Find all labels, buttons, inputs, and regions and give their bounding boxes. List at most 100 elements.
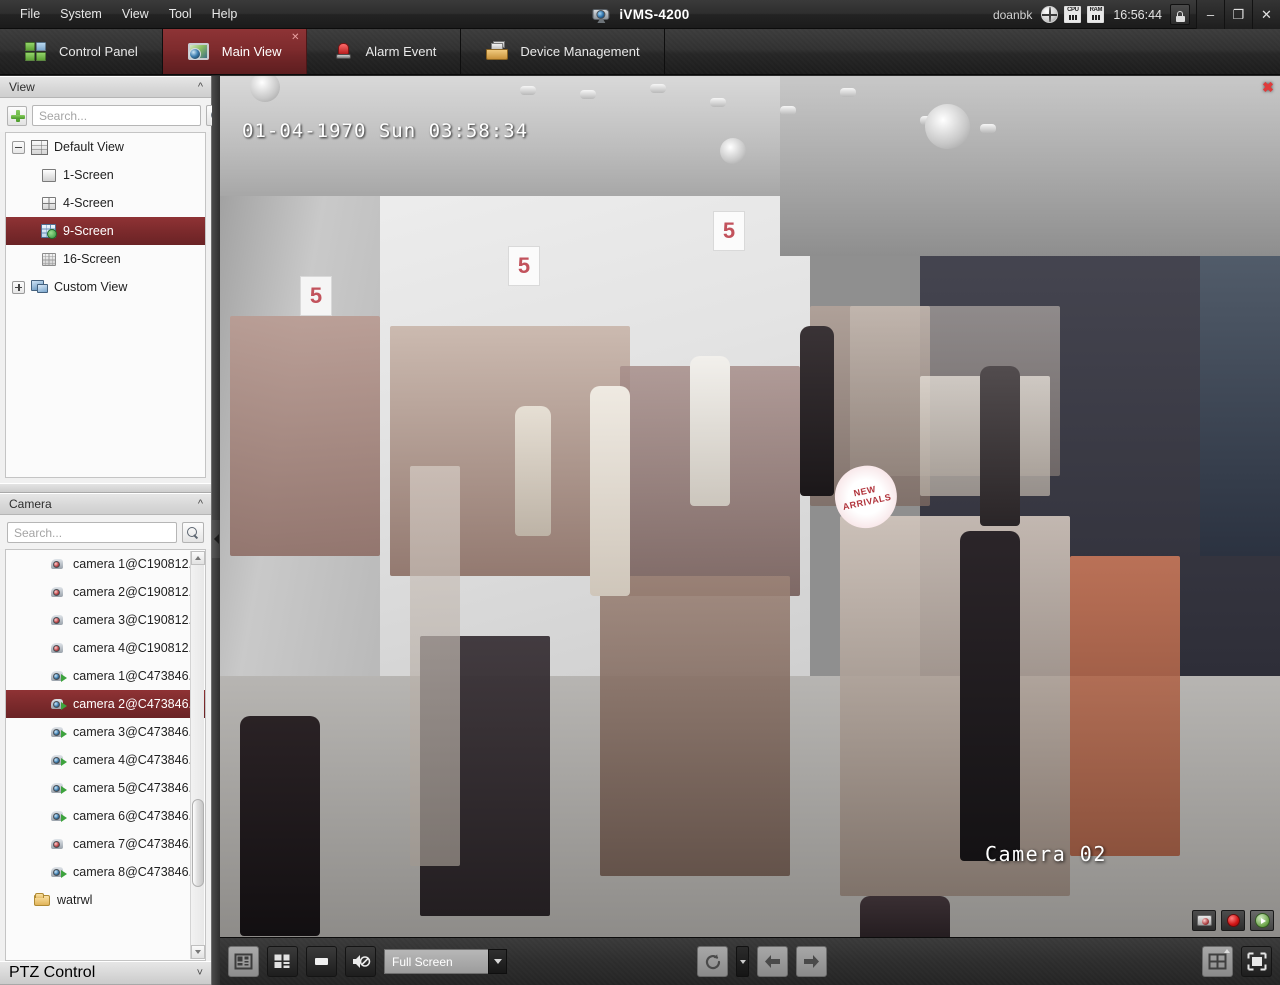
tree-item-16-screen[interactable]: 16-Screen [6, 245, 205, 273]
tree-item-label: 4-Screen [63, 196, 114, 210]
clock-label: 16:56:44 [1113, 8, 1162, 22]
live-view-icon [234, 952, 253, 971]
menu-system[interactable]: System [50, 3, 112, 25]
list-item[interactable]: camera 7@C473846... [6, 830, 205, 858]
ptz-control-header[interactable]: PTZ Control ˅ [0, 961, 211, 985]
stop-button[interactable] [306, 946, 337, 977]
screen-9-icon [40, 224, 57, 239]
lock-icon[interactable] [1170, 4, 1190, 25]
expand-toggle-icon[interactable] [12, 281, 25, 294]
auto-switch-dropdown[interactable] [736, 946, 749, 977]
tree-item-label: 16-Screen [63, 252, 121, 266]
sidebar-collapse-handle[interactable] [212, 520, 220, 558]
menu-file[interactable]: File [10, 3, 50, 25]
tree-item-label: Custom View [54, 280, 127, 294]
camera-label: camera 5@C473846... [73, 781, 199, 795]
tab-control-panel[interactable]: Control Panel [0, 29, 163, 74]
camera-online-icon [50, 865, 67, 880]
list-item[interactable]: camera 1@C190812... [6, 550, 205, 578]
scroll-down-icon[interactable] [191, 945, 205, 959]
previous-page-button[interactable] [757, 946, 788, 977]
panel-divider[interactable] [0, 483, 211, 493]
cpu-icon[interactable]: CPU [1064, 6, 1081, 23]
tree-item-label: 1-Screen [63, 168, 114, 182]
tree-item-9-screen[interactable]: 9-Screen [6, 217, 205, 245]
camera-search-input[interactable] [7, 522, 177, 543]
camera-offline-icon [50, 641, 67, 656]
chevron-up-icon[interactable]: ^ [198, 81, 203, 93]
menu-view[interactable]: View [112, 3, 159, 25]
osd-timestamp: 01-04-1970 Sun 03:58:34 [242, 120, 528, 142]
scrollbar-thumb[interactable] [192, 799, 204, 887]
minimize-button[interactable]: – [1196, 0, 1224, 29]
capture-button[interactable] [1192, 910, 1216, 931]
playback-icon [1255, 913, 1270, 928]
list-item[interactable]: camera 4@C473846... [6, 746, 205, 774]
view-search-input[interactable] [32, 105, 201, 126]
display-mode-combo[interactable]: Full Screen [384, 949, 507, 974]
tree-item-4-screen[interactable]: 4-Screen [6, 189, 205, 217]
display-mode-value[interactable]: Full Screen [384, 949, 488, 974]
menu-tool[interactable]: Tool [159, 3, 202, 25]
camera-list-scrollbar[interactable] [190, 551, 204, 959]
camera-label: camera 3@C190812... [73, 613, 199, 627]
app-brand: iVMS-4200 [590, 4, 689, 24]
camera-search-button[interactable] [182, 522, 204, 543]
close-button[interactable]: ✕ [1252, 0, 1280, 29]
window-division-button[interactable] [1202, 946, 1233, 977]
camera-offline-icon [50, 585, 67, 600]
folder-icon [34, 893, 51, 908]
restore-button[interactable]: ❐ [1224, 0, 1252, 29]
chevron-down-icon[interactable]: ˅ [197, 967, 203, 979]
tree-item-custom-view[interactable]: Custom View [6, 273, 205, 301]
tab-alarm-event[interactable]: Alarm Event [307, 29, 462, 74]
list-item[interactable]: watrwl [6, 886, 205, 914]
view-panel-header[interactable]: View ^ [0, 76, 211, 98]
playback-button[interactable] [1250, 910, 1274, 931]
price-tag: 5 [713, 211, 745, 251]
next-page-button[interactable] [796, 946, 827, 977]
arrow-left-icon [763, 953, 782, 970]
view-tree: Default View 1-Screen 4-Screen 9-Screen … [5, 132, 206, 478]
list-item[interactable]: camera 6@C473846... [6, 802, 205, 830]
start-live-view-button[interactable] [228, 946, 259, 977]
tab-device-management[interactable]: Device Management [461, 29, 664, 74]
tab-main-view[interactable]: Main View ✕ [163, 29, 307, 74]
main-view-icon [187, 41, 211, 63]
ram-icon[interactable]: RAM [1087, 6, 1104, 23]
list-item[interactable]: camera 5@C473846... [6, 774, 205, 802]
chevron-up-icon[interactable]: ^ [198, 498, 203, 510]
full-screen-button[interactable] [1241, 946, 1272, 977]
control-panel-icon [24, 41, 48, 63]
scroll-up-icon[interactable] [191, 551, 205, 565]
record-button[interactable] [1221, 910, 1245, 931]
tab-close-icon[interactable]: ✕ [291, 33, 299, 43]
sidebar-splitter[interactable] [212, 76, 220, 985]
camera-label: camera 3@C473846... [73, 725, 199, 739]
tab-label: Alarm Event [366, 44, 437, 59]
list-item[interactable]: camera 3@C473846... [6, 718, 205, 746]
chevron-down-icon[interactable] [488, 949, 507, 974]
collapse-toggle-icon[interactable] [12, 141, 25, 154]
list-item[interactable]: camera 3@C190812... [6, 606, 205, 634]
camera-label: camera 1@C190812... [73, 557, 199, 571]
osd-camera-name: Camera 02 [985, 842, 1107, 866]
close-live-view-icon[interactable]: ✖ [1258, 78, 1278, 96]
list-item[interactable]: camera 2@C473846... [6, 690, 205, 718]
list-item[interactable]: camera 1@C473846... [6, 662, 205, 690]
list-item[interactable]: camera 4@C190812... [6, 634, 205, 662]
add-view-button[interactable] [7, 106, 27, 126]
mute-button[interactable] [345, 946, 376, 977]
stop-all-live-view-button[interactable] [267, 946, 298, 977]
live-view-window[interactable]: 5 5 5 NEW ARRIVALS ✖ 01-04-1970 Sun 03:5… [220, 76, 1280, 937]
list-item[interactable]: camera 2@C190812... [6, 578, 205, 606]
camera-panel-header[interactable]: Camera ^ [0, 493, 211, 515]
menu-help[interactable]: Help [202, 3, 248, 25]
tree-item-default-view[interactable]: Default View [6, 133, 205, 161]
tree-item-1-screen[interactable]: 1-Screen [6, 161, 205, 189]
list-item[interactable]: camera 8@C473846... [6, 858, 205, 886]
globe-icon[interactable] [1041, 6, 1058, 23]
camera-online-icon [50, 697, 67, 712]
auto-switch-icon [703, 952, 723, 972]
auto-switch-button[interactable] [697, 946, 728, 977]
